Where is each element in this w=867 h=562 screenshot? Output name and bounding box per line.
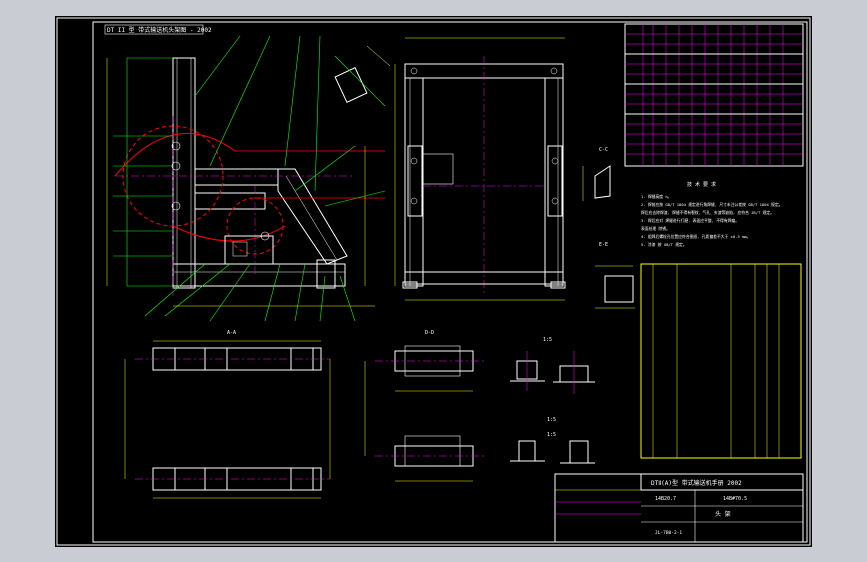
detail-right: C-C E-E	[582, 147, 635, 309]
title-block-sheet: 头 架	[715, 510, 731, 518]
front-view	[106, 35, 386, 322]
cad-viewport[interactable]: DT II 型 带式输送机头架图 - 2002 C-C E-E A-A D-D …	[0, 0, 867, 562]
section-details: 1:5 1:5 1:5	[510, 337, 595, 464]
side-view	[394, 37, 566, 301]
cad-drawing: DT II 型 带式输送机头架图 - 2002 C-C E-E A-A D-D …	[56, 17, 811, 546]
top-right-table	[624, 23, 804, 167]
view-label-e: E-E	[599, 242, 608, 248]
note-line-5: 表面处理 除锈。	[641, 226, 670, 231]
title-block-code1: 14B20.7	[655, 496, 676, 502]
header-title-group: DT II 型 带式输送机头架图 - 2002	[104, 24, 212, 35]
note-line-1: 1. 焊缝高度 h。	[641, 194, 671, 199]
scale-label-3: 1:5	[547, 432, 556, 438]
plan-view-d: D-D	[364, 330, 485, 482]
title-block-code2: 14B#70.5	[723, 496, 747, 502]
drawing-border-inner	[92, 21, 808, 543]
note-line-2: 2. 焊前应按 GB/T 1804 规定进行角焊缝, 尺寸未注公差按 GB/T …	[641, 202, 782, 207]
detail-b-top	[334, 45, 391, 107]
parts-list	[640, 263, 802, 459]
view-label-d: D-D	[425, 330, 434, 336]
plan-view-a: A-A	[124, 330, 331, 499]
notes-title: 技 术 要 求	[687, 181, 716, 188]
note-line-4: 3. 焊后应对 焊缝进行打磨, 表面应平整, 不得有焊瘤。	[641, 218, 739, 223]
technical-notes: 技 术 要 求 1. 焊缝高度 h。 2. 焊前应按 GB/T 1804 规定进…	[641, 181, 782, 247]
note-line-3: 焊后应去除焊渣, 焊缝不得有裂纹、气孔、夹渣等缺陷, 应符合 JB/T 规定。	[641, 210, 774, 215]
note-line-7: 5. 涂漆 按 GB/T 规定。	[641, 242, 687, 247]
scale-label-1: 1:5	[543, 337, 552, 343]
title-block: DTⅡ(A)型 带式输送机手册 2002 14B20.7 14B#70.5 头 …	[554, 473, 804, 543]
note-line-6: 4. 组焊后螺栓孔位置应符合图纸, 孔距偏差不大于 ±0.5 mm。	[641, 234, 750, 239]
title-block-title: DTⅡ(A)型 带式输送机手册 2002	[651, 479, 742, 487]
view-label-a: A-A	[227, 330, 236, 336]
scale-label-2: 1:5	[547, 417, 556, 423]
view-label-c: C-C	[599, 147, 608, 153]
title-block-number: JL-7B0-2-1	[655, 530, 682, 536]
drawing-canvas[interactable]: DT II 型 带式输送机头架图 - 2002 C-C E-E A-A D-D …	[55, 16, 812, 547]
header-title: DT II 型 带式输送机头架图 - 2002	[107, 26, 212, 34]
